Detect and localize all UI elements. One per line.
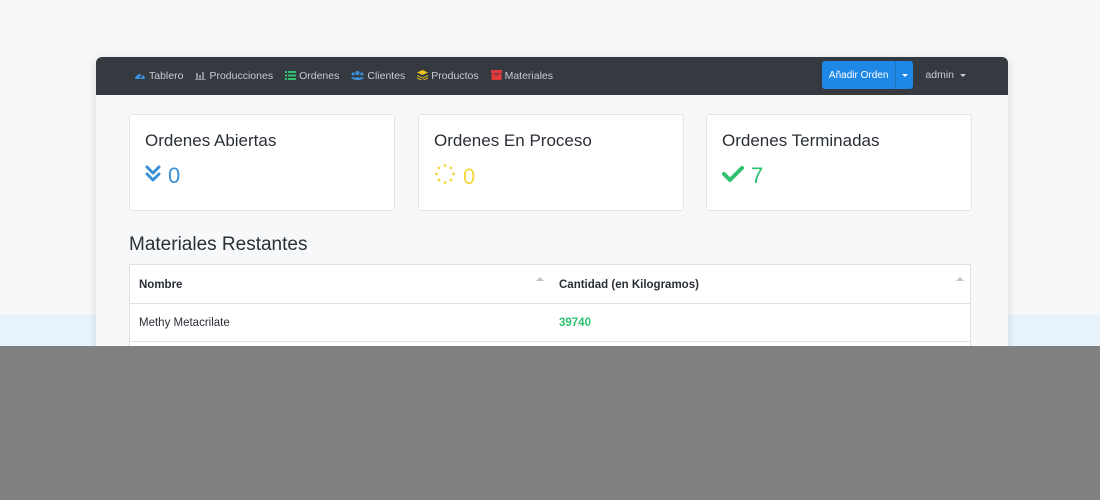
material-quantity: 39740 bbox=[559, 317, 591, 329]
nav-item-label: Ordenes bbox=[299, 70, 340, 82]
add-order-button[interactable]: Añadir Orden bbox=[821, 61, 896, 89]
nav-item-tablero[interactable]: Tablero bbox=[134, 70, 183, 83]
box-icon bbox=[490, 69, 502, 83]
nav-links: Tablero Producciones Ordenes Clientes Pr… bbox=[134, 69, 565, 83]
card-finished-orders: Ordenes Terminadas 7 bbox=[706, 114, 972, 211]
sort-icon[interactable] bbox=[956, 277, 964, 281]
nav-item-productos[interactable]: Productos bbox=[417, 69, 479, 83]
tachometer-icon bbox=[134, 70, 146, 83]
materials-table: Nombre Cantidad (en Kilogramos) Methy Me… bbox=[129, 264, 971, 357]
finished-orders-count: 7 bbox=[751, 163, 764, 188]
nav-item-label: Materiales bbox=[504, 70, 554, 82]
users-icon bbox=[351, 70, 365, 83]
open-orders-count: 0 bbox=[168, 163, 181, 188]
app-window: Tablero Producciones Ordenes Clientes Pr… bbox=[96, 57, 1008, 357]
user-menu[interactable]: admin bbox=[925, 69, 966, 81]
card-value: 0 bbox=[145, 163, 180, 189]
layers-icon bbox=[417, 69, 429, 83]
nav-item-materiales[interactable]: Materiales bbox=[490, 69, 554, 83]
nav-item-label: Clientes bbox=[367, 70, 406, 82]
card-title: Ordenes En Proceso bbox=[434, 131, 592, 150]
column-header-label: Cantidad (en Kilogramos) bbox=[559, 278, 699, 291]
nav-item-label: Tablero bbox=[149, 70, 184, 82]
materials-section-title: Materiales Restantes bbox=[129, 234, 308, 255]
add-order-button-group: Añadir Orden bbox=[821, 61, 914, 89]
table-header: Nombre Cantidad (en Kilogramos) bbox=[130, 265, 970, 304]
bar-chart-icon bbox=[195, 70, 207, 83]
top-navbar: Tablero Producciones Ordenes Clientes Pr… bbox=[96, 57, 1008, 95]
card-open-orders: Ordenes Abiertas 0 bbox=[129, 114, 395, 211]
spinner-icon bbox=[434, 163, 456, 191]
card-in-process-orders: Ordenes En Proceso 0 bbox=[418, 114, 684, 211]
material-name: Methy Metacrilate bbox=[139, 317, 230, 329]
caret-down-icon bbox=[960, 73, 966, 77]
card-value: 0 bbox=[434, 163, 475, 191]
column-header-label: Nombre bbox=[139, 278, 183, 291]
gray-overlay bbox=[0, 346, 1100, 500]
in-process-orders-count: 0 bbox=[463, 164, 476, 189]
column-header-quantity[interactable]: Cantidad (en Kilogramos) bbox=[559, 265, 959, 304]
table-row[interactable]: Methy Metacrilate 39740 bbox=[130, 304, 970, 342]
card-title: Ordenes Terminadas bbox=[722, 131, 880, 150]
double-chevron-down-icon bbox=[145, 163, 161, 189]
nav-item-label: Producciones bbox=[209, 70, 274, 82]
nav-item-label: Productos bbox=[431, 70, 479, 82]
add-order-dropdown-toggle[interactable] bbox=[895, 61, 914, 89]
caret-down-icon bbox=[901, 73, 908, 77]
nav-item-ordenes[interactable]: Ordenes bbox=[285, 70, 339, 83]
sort-icon[interactable] bbox=[536, 277, 544, 281]
column-header-name[interactable]: Nombre bbox=[139, 265, 559, 304]
list-icon bbox=[285, 70, 297, 83]
nav-item-producciones[interactable]: Producciones bbox=[195, 70, 273, 83]
card-value: 7 bbox=[722, 163, 763, 189]
nav-right: Añadir Orden admin bbox=[821, 61, 966, 89]
card-title: Ordenes Abiertas bbox=[145, 131, 277, 150]
check-icon bbox=[722, 163, 744, 189]
user-menu-label: admin bbox=[925, 69, 954, 81]
nav-item-clientes[interactable]: Clientes bbox=[351, 70, 405, 83]
